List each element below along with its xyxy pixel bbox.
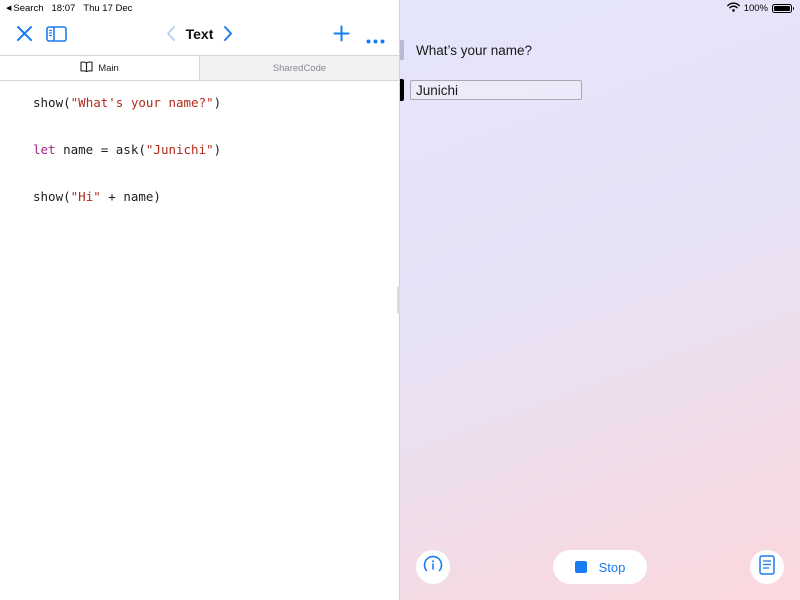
status-bar-left: ◀ Search 18:07 Thu 17 Dec	[6, 2, 132, 14]
code-token: show(	[33, 189, 71, 204]
code-token: name = ask(	[55, 142, 146, 157]
name-input[interactable]	[410, 80, 582, 100]
tab-main-label: Main	[98, 62, 119, 74]
code-line-2[interactable]: let name = ask("Junichi")	[33, 142, 221, 158]
code-keyword: let	[33, 142, 56, 157]
book-icon	[80, 61, 93, 75]
input-marker	[400, 79, 404, 101]
code-token: )	[213, 95, 222, 110]
code-string: "Hi"	[70, 189, 101, 204]
tab-sharedcode[interactable]: SharedCode	[199, 55, 399, 80]
status-time: 18:07	[51, 2, 76, 14]
back-triangle-icon[interactable]: ◀	[6, 4, 11, 12]
more-icon[interactable]	[366, 31, 385, 49]
back-to-app-label[interactable]: Search	[13, 3, 43, 14]
stop-icon	[574, 561, 587, 573]
plus-icon[interactable]	[333, 25, 350, 47]
preview-pane: 100% What’s your name? Stop	[400, 0, 800, 600]
wifi-icon	[726, 2, 740, 15]
info-icon	[422, 554, 444, 581]
document-icon	[759, 554, 775, 580]
code-string: "Junichi"	[145, 142, 214, 157]
code-token: )	[213, 142, 222, 157]
prompt-text: What’s your name?	[416, 43, 533, 58]
code-line-3[interactable]: show("Hi" + name)	[33, 189, 161, 205]
tab-sharedcode-label: SharedCode	[272, 62, 327, 74]
battery-fill	[774, 5, 790, 11]
output-marker	[400, 40, 404, 60]
document-button[interactable]	[750, 550, 784, 584]
editor-pane: ◀ Search 18:07 Thu 17 Dec Text Main Shar…	[0, 0, 399, 600]
code-token: + name)	[100, 189, 161, 204]
stop-button[interactable]: Stop	[553, 550, 647, 584]
tab-main[interactable]: Main	[0, 55, 199, 80]
code-line-1[interactable]: show("What's your name?")	[33, 95, 221, 111]
editor-toolbar: Text	[0, 16, 399, 54]
status-bar-right: 100%	[726, 2, 794, 15]
stop-label: Stop	[598, 559, 626, 575]
status-date: Thu 17 Dec	[83, 2, 133, 14]
code-token: show(	[33, 95, 71, 110]
battery-percent: 100%	[743, 2, 768, 14]
code-string: "What's your name?"	[70, 95, 214, 110]
file-tabs: Main SharedCode	[0, 55, 399, 81]
battery-icon	[772, 3, 794, 13]
chevron-right-icon[interactable]	[223, 25, 233, 47]
info-button[interactable]	[416, 550, 450, 584]
